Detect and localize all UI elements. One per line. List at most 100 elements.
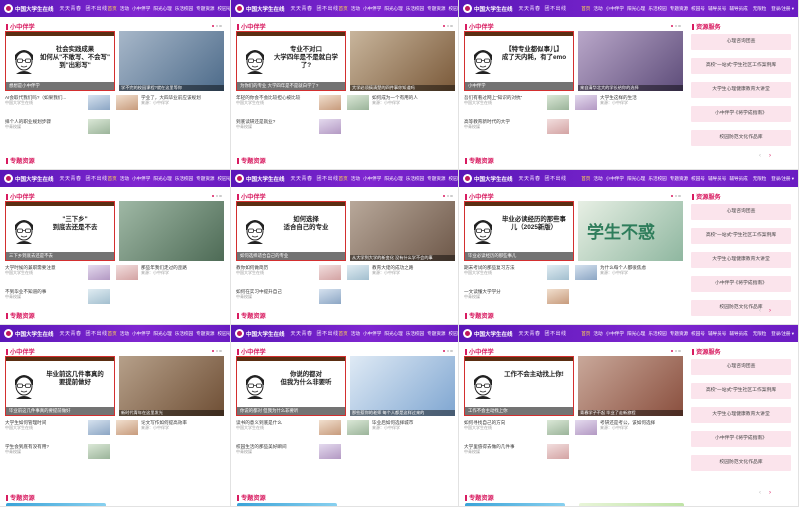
service-link[interactable]: 大学生心理健康教育大讲堂 xyxy=(691,407,791,423)
carousel-dot[interactable] xyxy=(674,25,677,28)
carousel-dot[interactable] xyxy=(450,195,453,198)
nav-item[interactable]: 专题资源 xyxy=(670,6,688,12)
carousel-dots[interactable] xyxy=(212,195,222,198)
news-item[interactable]: 读书的意义到底是什么 中国大学生在线 xyxy=(236,420,342,436)
nav-item[interactable]: 乐活校园 xyxy=(175,6,193,12)
carousel-dot[interactable] xyxy=(671,25,674,28)
photo-card[interactable]: 大学必须搞清楚的四件事你知道吗 xyxy=(350,31,455,91)
nav-item[interactable]: 阳光心理 xyxy=(153,176,171,182)
nav-item[interactable]: 首页 xyxy=(108,176,117,182)
nav-item[interactable]: 乐活校园 xyxy=(406,331,424,337)
nav-item[interactable]: 首页 xyxy=(339,6,348,12)
site-logo[interactable]: 中国大学生在线 xyxy=(235,4,285,13)
featured-card[interactable]: 毕业前这几件事真的 要提前做好 毕业前这几件事真的要提前做好 xyxy=(5,356,115,416)
nav-item[interactable]: 辅导员成 xyxy=(729,331,747,337)
service-link[interactable]: 高校“一站式”学生社区工作案例库 xyxy=(691,228,791,244)
carousel-dots[interactable] xyxy=(212,25,222,28)
nav-item[interactable]: 小中伴学 xyxy=(363,331,381,337)
nav-item[interactable]: 阳光心理 xyxy=(153,331,171,337)
news-item[interactable]: 教你如何做简历 中国大学生在线 xyxy=(236,265,342,281)
carousel-dot[interactable] xyxy=(212,350,215,353)
carousel-dot[interactable] xyxy=(450,25,453,28)
photo-card[interactable]: 青春学子不起 毕业了走新旅程 xyxy=(578,356,683,416)
nav-item[interactable]: 专题资源 xyxy=(427,176,445,182)
nav-item[interactable]: 小中伴学 xyxy=(132,176,150,182)
nav-item[interactable]: 活动 xyxy=(593,176,602,182)
pager-next-icon[interactable]: › xyxy=(769,153,771,159)
topic-banner[interactable] xyxy=(465,503,565,506)
nav-item[interactable]: 专题资源 xyxy=(196,6,214,12)
service-link[interactable]: 小中伴学·《将学成指南》 xyxy=(691,106,791,122)
nav-item[interactable]: 乐活校园 xyxy=(406,6,424,12)
nav-item[interactable]: 首页 xyxy=(108,331,117,337)
nav-item[interactable]: 活动 xyxy=(120,6,129,12)
service-link[interactable]: 校园防范文化作品库 xyxy=(691,130,791,146)
carousel-dot[interactable] xyxy=(450,350,453,353)
nav-item[interactable]: 小中伴学 xyxy=(606,176,624,182)
featured-card[interactable]: 【特专业都似事儿】 成了天内耗，有了emo 小中伴学 xyxy=(464,31,574,91)
nav-item[interactable]: 校园号 xyxy=(449,331,458,337)
service-link[interactable]: 心理咨询团查 xyxy=(691,34,791,50)
carousel-dot[interactable] xyxy=(443,25,446,28)
nav-item[interactable]: 专题资源 xyxy=(670,331,688,337)
pager-next-icon[interactable]: › xyxy=(769,490,771,496)
carousel-dot[interactable] xyxy=(671,350,674,353)
photo-card[interactable]: 来自清华北大的学长给你的选择 xyxy=(578,31,683,91)
nav-item[interactable]: 乐活校园 xyxy=(648,176,666,182)
nav-item[interactable]: 首页 xyxy=(339,331,348,337)
carousel-dot[interactable] xyxy=(219,25,222,28)
news-item[interactable]: 不到毕业不知道的事 中青校媒 xyxy=(5,289,111,305)
site-logo[interactable]: 中国大学生在线 xyxy=(4,174,54,183)
news-item[interactable]: 如何寻找自己的方向 中国大学生在线 xyxy=(464,420,570,436)
news-item[interactable]: 一文读懂大学学分 中青校媒 xyxy=(464,289,570,305)
nav-item[interactable]: 小中伴学 xyxy=(132,331,150,337)
nav-item[interactable]: 小中伴学 xyxy=(132,6,150,12)
photo-card[interactable]: 那些惹你的老师 每个人都是这样过来的 xyxy=(350,356,455,416)
carousel-dots[interactable] xyxy=(671,25,681,28)
nav-item[interactable]: 乐活校园 xyxy=(175,331,193,337)
login-menu[interactable]: 登录/注册 ▾ xyxy=(771,6,794,12)
nav-item[interactable]: 活动 xyxy=(120,176,129,182)
news-item[interactable]: 高等教育新时代的大学 中青校媒 xyxy=(464,119,570,135)
nav-item[interactable]: 乐活校园 xyxy=(175,176,193,182)
carousel-dot[interactable] xyxy=(446,350,449,353)
carousel-dots[interactable] xyxy=(212,350,222,353)
service-link[interactable]: 校园防范文化作品库 xyxy=(691,300,791,316)
nav-item[interactable]: 辅导员号 xyxy=(708,331,726,337)
news-item[interactable]: 到底读研还是就业? 中青校媒 xyxy=(236,119,342,135)
nav-item[interactable]: 首页 xyxy=(581,176,590,182)
pager-prev-icon[interactable]: ‹ xyxy=(759,153,761,159)
user-name[interactable]: 无限粒 xyxy=(753,176,767,182)
login-menu[interactable]: 登录/注册 ▾ xyxy=(771,176,794,182)
pager-prev-icon[interactable]: ‹ xyxy=(759,308,761,314)
featured-card[interactable]: 你说的都对 但我为什么非要听 你说的都对 但我为什么非要听 xyxy=(236,356,346,416)
nav-item[interactable]: 校园号 xyxy=(218,176,230,182)
site-logo[interactable]: 中国大学生在线 xyxy=(4,329,54,338)
nav-item[interactable]: 活动 xyxy=(351,331,360,337)
site-logo[interactable]: 中国大学生在线 xyxy=(463,329,513,338)
carousel-dots[interactable] xyxy=(443,25,453,28)
carousel-dot[interactable] xyxy=(219,350,222,353)
nav-item[interactable]: 乐活校园 xyxy=(406,176,424,182)
carousel-dot[interactable] xyxy=(674,195,677,198)
nav-item[interactable]: 小中伴学 xyxy=(606,331,624,337)
nav-item[interactable]: 阳光心理 xyxy=(384,6,402,12)
user-name[interactable]: 无限粒 xyxy=(753,6,767,12)
nav-item[interactable]: 小中伴学 xyxy=(606,6,624,12)
news-item[interactable]: 吾们有看过网上“知识的对抗” 中国大学生在线 xyxy=(464,95,570,111)
service-link[interactable]: 心理咨询团查 xyxy=(691,359,791,375)
service-link[interactable]: 心理咨询团查 xyxy=(691,204,791,220)
service-link[interactable]: 校园防范文化作品库 xyxy=(691,455,791,471)
news-item[interactable]: 大学时候的兼职需要注意 中国大学生在线 xyxy=(5,265,111,281)
carousel-dot[interactable] xyxy=(446,25,449,28)
topic-banner[interactable] xyxy=(579,503,684,506)
nav-item[interactable]: 专题资源 xyxy=(427,6,445,12)
site-logo[interactable]: 中国大学生在线 xyxy=(463,4,513,13)
nav-item[interactable]: 小中伴学 xyxy=(363,176,381,182)
nav-item[interactable]: 辅导员号 xyxy=(708,6,726,12)
photo-card[interactable]: 学不完的校园课程?就在这里等你 xyxy=(119,31,224,91)
carousel-dot[interactable] xyxy=(678,25,681,28)
carousel-dot[interactable] xyxy=(443,195,446,198)
topic-banner[interactable] xyxy=(237,503,337,506)
nav-item[interactable]: 辅导员成 xyxy=(729,176,747,182)
